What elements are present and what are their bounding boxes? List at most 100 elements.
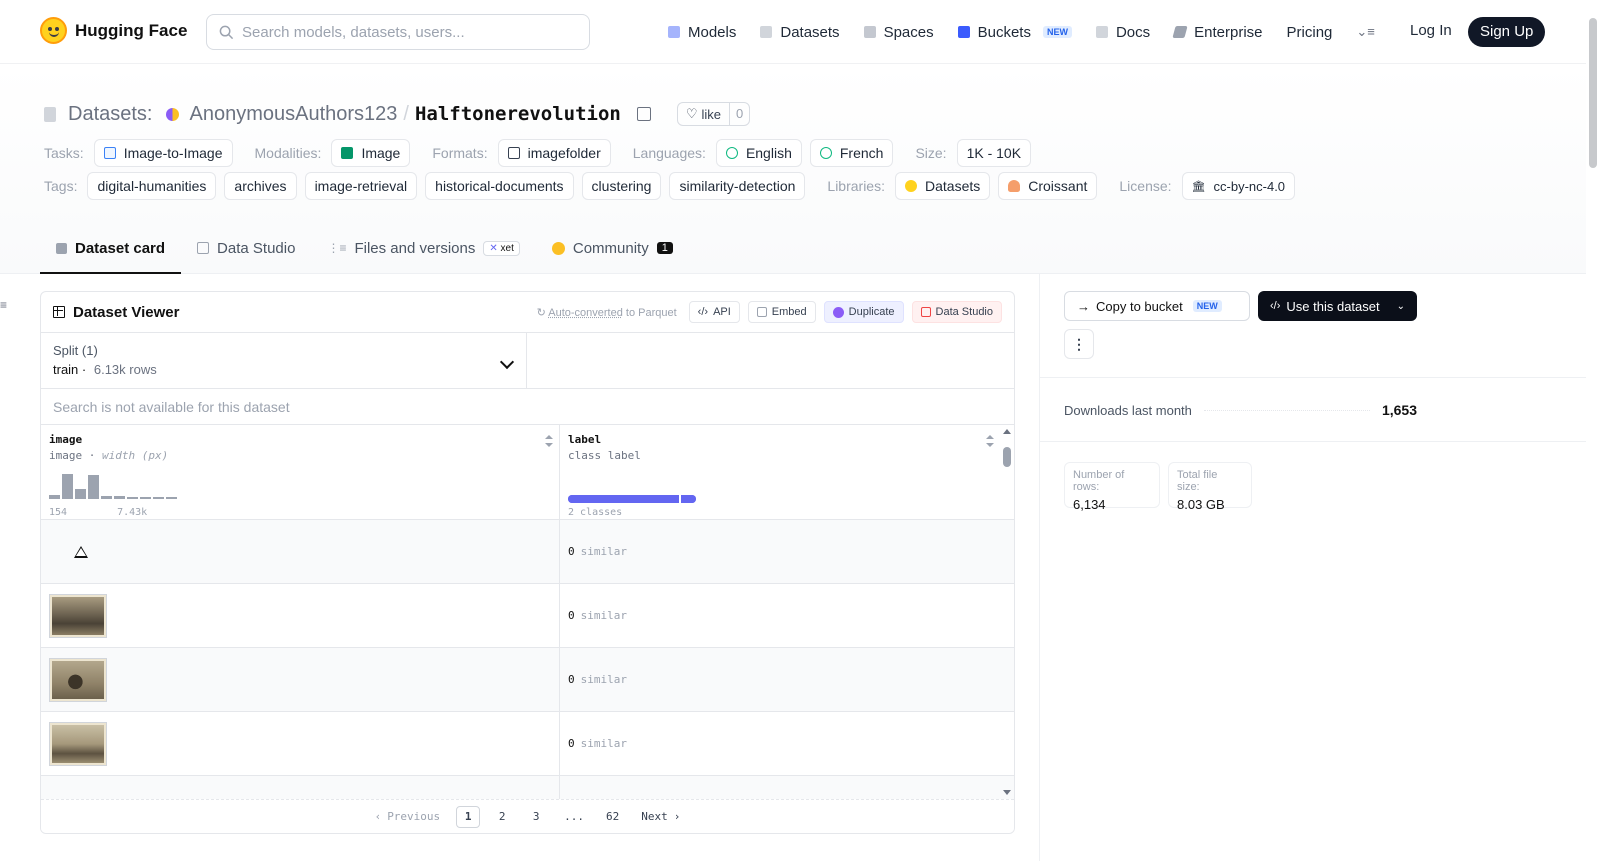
page-3-button[interactable]: 3 [524, 806, 548, 828]
image-icon [341, 147, 354, 159]
embed-button[interactable]: Embed [747, 301, 816, 323]
histogram-bar[interactable] [127, 497, 138, 499]
image-thumbnail[interactable] [49, 721, 107, 766]
split-selector-row: Split (1) train · 6.13k rows [41, 333, 1014, 389]
tag-item[interactable]: archives [224, 172, 297, 200]
tag-language-english[interactable]: English [715, 139, 802, 167]
histogram-bar[interactable] [101, 496, 112, 499]
table-row[interactable]: 0 similar [41, 520, 1014, 584]
tag-format[interactable]: imagefolder [497, 139, 611, 167]
histogram-bar[interactable] [62, 474, 73, 499]
nav-models[interactable]: Models [668, 24, 736, 41]
histogram-bar[interactable] [153, 497, 164, 499]
tag-license[interactable]: 🏛 cc-by-nc-4.0 [1181, 172, 1296, 200]
table-row[interactable]: 0 similar [41, 648, 1014, 712]
metadata-row-1: Tasks: Image-to-Image Modalities: Image … [44, 139, 1032, 167]
use-this-dataset-button[interactable]: ‹/› Use this dataset ⌄ [1258, 291, 1417, 321]
table-icon [197, 242, 210, 254]
copy-to-bucket-button[interactable]: → Copy to bucket NEW [1064, 291, 1250, 321]
previous-page-button[interactable]: ‹ Previous [369, 806, 447, 828]
more-options-icon[interactable]: ⋮ [1064, 329, 1094, 359]
downloads-stat: Downloads last month 1,653 [1064, 402, 1417, 418]
table-scrollbar[interactable] [1002, 429, 1012, 795]
nav-buckets[interactable]: Buckets NEW [957, 24, 1072, 41]
tag-item[interactable]: similarity-detection [669, 172, 806, 200]
tab-data-studio[interactable]: Data Studio [181, 224, 311, 274]
more-menu-icon[interactable]: ⌄≡ [1356, 24, 1374, 40]
auto-converted-note[interactable]: ↻ Auto-converted to Parquet [537, 306, 677, 319]
histogram-bar[interactable] [75, 489, 86, 499]
sort-icon[interactable] [986, 435, 994, 447]
nav-pricing[interactable]: Pricing [1287, 24, 1333, 41]
histogram-bar[interactable] [49, 495, 60, 499]
histogram-bar[interactable] [88, 475, 99, 499]
owner-link[interactable]: AnonymousAuthors123 [189, 103, 397, 126]
image-thumbnail[interactable] [49, 657, 107, 702]
class-segment[interactable] [679, 495, 696, 503]
search-input[interactable] [242, 23, 562, 41]
image-thumbnail[interactable] [49, 593, 107, 638]
column-label[interactable]: label class label 2 classes [560, 425, 1000, 519]
section-label: Datasets: [68, 102, 153, 125]
nav-docs[interactable]: Docs [1095, 24, 1150, 41]
global-search[interactable] [206, 14, 590, 50]
histogram-bar[interactable] [140, 497, 151, 499]
tag-size[interactable]: 1K - 10K [956, 139, 1032, 167]
duplicate-button[interactable]: Duplicate [823, 301, 904, 323]
brand-logo[interactable]: Hugging Face [40, 17, 187, 44]
sort-icon[interactable] [545, 435, 553, 447]
table-icon [920, 307, 931, 317]
nav-spaces[interactable]: Spaces [863, 24, 934, 41]
chevron-down-icon: ⌄ [1396, 300, 1405, 312]
like-button[interactable]: ♡ like 0 [676, 102, 751, 126]
tag-item[interactable]: image-retrieval [304, 172, 418, 200]
refresh-icon: ↻ [536, 306, 546, 319]
page-scrollbar[interactable] [1586, 0, 1600, 861]
data-studio-button[interactable]: Data Studio [911, 301, 1002, 323]
page-62-button[interactable]: 62 [600, 806, 625, 828]
table-row[interactable] [41, 776, 1014, 801]
page-2-button[interactable]: 2 [490, 806, 514, 828]
class-segment[interactable] [568, 495, 680, 503]
histogram-bar[interactable] [114, 496, 125, 499]
histogram-bar[interactable] [166, 497, 177, 499]
tab-files-versions[interactable]: ⋮≡ Files and versions ✕ xet [311, 224, 535, 274]
viewer-title: Dataset Viewer [53, 304, 179, 321]
spaces-icon [863, 26, 876, 38]
next-page-button[interactable]: Next › [635, 806, 686, 828]
tag-library-croissant[interactable]: Croissant [998, 172, 1098, 200]
table-icon [53, 306, 65, 318]
page-1-button[interactable]: 1 [456, 805, 481, 828]
nav-datasets[interactable]: Datasets [760, 24, 840, 41]
community-icon [551, 241, 565, 255]
docs-icon [1095, 26, 1108, 38]
scroll-up-icon[interactable] [1003, 429, 1011, 434]
scroll-down-icon[interactable] [1003, 790, 1011, 795]
tag-item[interactable]: historical-documents [425, 172, 574, 200]
sidebar-toggle-icon[interactable]: ≡ [0, 298, 7, 312]
tag-language-french[interactable]: French [809, 139, 894, 167]
dataset-name[interactable]: Halftonerevolution [415, 103, 621, 125]
viewer-header: Dataset Viewer ↻ Auto-converted to Parqu… [41, 292, 1014, 333]
tag-library-datasets[interactable]: Datasets [895, 172, 991, 200]
split-selector[interactable]: Split (1) train · 6.13k rows [41, 333, 527, 388]
tag-item[interactable]: digital-humanities [87, 172, 217, 200]
tag-modality[interactable]: Image [331, 139, 411, 167]
tag-item[interactable]: clustering [581, 172, 662, 200]
viewer-actions: ↻ Auto-converted to Parquet ‹/› API Embed… [537, 301, 1002, 323]
login-link[interactable]: Log In [1410, 22, 1452, 39]
column-image[interactable]: image image · width (px) 154 7.43k [41, 425, 560, 519]
table-row[interactable]: 0 similar [41, 584, 1014, 648]
tab-community[interactable]: Community 1 [536, 224, 689, 274]
rows-stat: Number of rows: 6,134 [1064, 462, 1160, 512]
api-button[interactable]: ‹/› API [688, 301, 740, 323]
tag-task[interactable]: Image-to-Image [93, 139, 233, 167]
table-row[interactable]: 0 similar [41, 712, 1014, 776]
tab-dataset-card[interactable]: Dataset card [40, 224, 182, 274]
dataset-icon [44, 106, 56, 122]
width-histogram [49, 473, 177, 499]
nav-enterprise[interactable]: Enterprise [1172, 24, 1263, 41]
signup-button[interactable]: Sign Up [1468, 17, 1546, 47]
copy-icon[interactable] [636, 107, 651, 121]
column-headers: image image · width (px) 154 7.43k label … [41, 425, 1014, 520]
